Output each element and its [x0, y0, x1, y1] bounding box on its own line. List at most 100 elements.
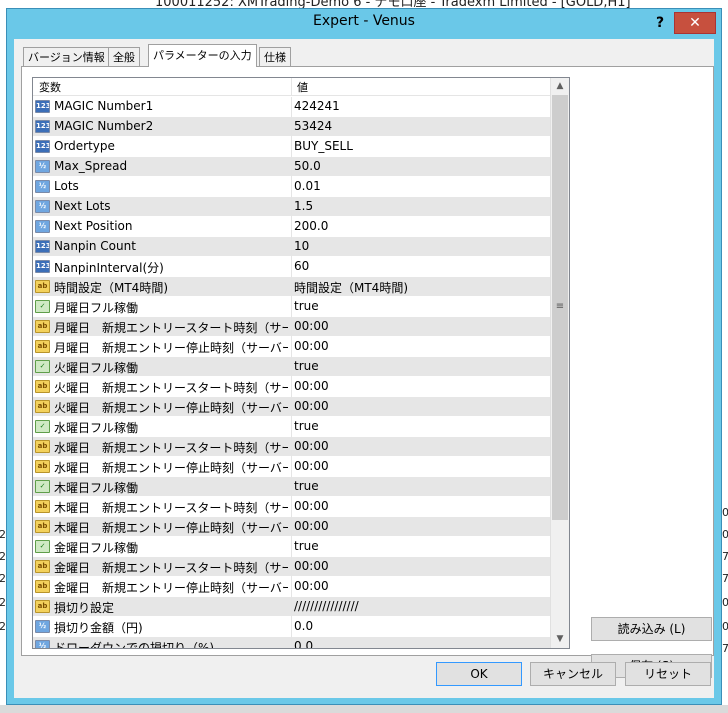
scroll-down-arrow-icon[interactable]: ▼	[551, 631, 569, 648]
tab-version-info[interactable]: バージョン情報	[23, 47, 110, 66]
title-bar[interactable]: Expert - Venus ? ✕	[7, 9, 721, 37]
scrollbar-thumb[interactable]: ≡	[552, 95, 568, 520]
table-row[interactable]: ab 時間設定（MT4時間) 時間設定（MT4時間)	[33, 277, 550, 297]
parameter-value[interactable]: 0.0	[294, 619, 548, 633]
parameter-value[interactable]: 10	[294, 239, 548, 253]
string-type-icon: ab	[35, 520, 50, 533]
parameter-name: Ordertype	[54, 139, 115, 153]
parameter-value[interactable]: 00:00	[294, 399, 548, 413]
string-type-icon: ab	[35, 560, 50, 573]
parameter-name: 損切り金額（円)	[54, 621, 143, 635]
table-row[interactable]: ab 火曜日 新規エントリー停止時刻（サーバー・・ 00:00	[33, 397, 550, 417]
table-row[interactable]: ab 木曜日 新規エントリースタート時刻（サーバ-・・ 00:00	[33, 497, 550, 517]
parameter-value[interactable]: 1.5	[294, 199, 548, 213]
table-row[interactable]: ab 月曜日 新規エントリー停止時刻（サーバー・・ 00:00	[33, 337, 550, 357]
table-row[interactable]: 123 Ordertype BUY_SELL	[33, 137, 550, 157]
table-row[interactable]: ✓ 火曜日フル稼働 true	[33, 357, 550, 377]
table-row[interactable]: ✓ 木曜日フル稼働 true	[33, 477, 550, 497]
parameter-value[interactable]: true	[294, 299, 548, 313]
parameter-value[interactable]: 00:00	[294, 579, 548, 593]
dialog-client-area: バージョン情報 全般 パラメーターの入力 仕様 変数 値 123 MAGIC Nu…	[14, 39, 714, 698]
table-row[interactable]: ab 火曜日 新規エントリースタート時刻（サーバ-・・ 00:00	[33, 377, 550, 397]
parameter-value[interactable]: true	[294, 419, 548, 433]
parameter-value[interactable]: 00:00	[294, 319, 548, 333]
parameter-value[interactable]: 50.0	[294, 159, 548, 173]
table-row[interactable]: ✓ 月曜日フル稼働 true	[33, 297, 550, 317]
table-row[interactable]: ½ 損切り金額（円) 0.0	[33, 617, 550, 637]
cell-divider	[291, 437, 292, 457]
cell-divider	[291, 177, 292, 197]
table-row[interactable]: ½ Max_Spread 50.0	[33, 157, 550, 177]
parameter-value[interactable]: 200.0	[294, 219, 548, 233]
scroll-up-arrow-icon[interactable]: ▲	[551, 78, 569, 95]
table-row[interactable]: ab 水曜日 新規エントリー停止時刻（サーバー・・ 00:00	[33, 457, 550, 477]
table-row[interactable]: ½ ドローダウンでの損切り（%) 0.0	[33, 637, 550, 648]
parameter-value[interactable]: 424241	[294, 99, 548, 113]
table-row[interactable]: 123 NanpinInterval(分) 60	[33, 257, 550, 277]
table-row[interactable]: ab 木曜日 新規エントリー停止時刻（サーバー・・ 00:00	[33, 517, 550, 537]
parameter-value[interactable]: 00:00	[294, 379, 548, 393]
integer-type-icon: 123	[35, 120, 50, 133]
parameter-name: MAGIC Number1	[54, 99, 154, 113]
string-type-icon: ab	[35, 320, 50, 333]
cell-divider	[291, 597, 292, 617]
tab-specification[interactable]: 仕様	[259, 47, 291, 66]
parameter-value[interactable]: 時間設定（MT4時間)	[294, 279, 548, 296]
close-button[interactable]: ✕	[674, 12, 716, 34]
parameter-value[interactable]: 0.01	[294, 179, 548, 193]
table-row[interactable]: 123 MAGIC Number1 424241	[33, 97, 550, 117]
boolean-type-icon: ✓	[35, 480, 50, 493]
column-divider[interactable]	[291, 78, 292, 96]
table-row[interactable]: ab 月曜日 新規エントリースタート時刻（サーバ-・・ 00:00	[33, 317, 550, 337]
parameter-value[interactable]: 0.0	[294, 639, 548, 648]
integer-type-icon: 123	[35, 260, 50, 273]
parameter-name: 水曜日 新規エントリー停止時刻（サーバー・・	[54, 461, 288, 475]
parameter-value[interactable]: true	[294, 359, 548, 373]
table-row[interactable]: ab 金曜日 新規エントリー停止時刻（サーバー・・ 00:00	[33, 577, 550, 597]
parameter-value[interactable]: 00:00	[294, 519, 548, 533]
tab-input-parameters[interactable]: パラメーターの入力	[148, 44, 257, 67]
vertical-scrollbar[interactable]: ▲ ≡ ▼	[550, 78, 569, 648]
tab-general[interactable]: 全般	[108, 47, 140, 66]
parameter-value[interactable]: 00:00	[294, 439, 548, 453]
integer-type-icon: 123	[35, 140, 50, 153]
table-row[interactable]: ✓ 金曜日フル稼働 true	[33, 537, 550, 557]
table-row[interactable]: ab 金曜日 新規エントリースタート時刻（サーバ-・・ 00:00	[33, 557, 550, 577]
parameter-name: Max_Spread	[54, 159, 128, 173]
integer-type-icon: 123	[35, 240, 50, 253]
table-row[interactable]: ab 損切り設定 ////////////////	[33, 597, 550, 617]
table-row[interactable]: ✓ 水曜日フル稼働 true	[33, 417, 550, 437]
parameter-name: 金曜日フル稼働	[54, 541, 139, 555]
column-header-value[interactable]: 値	[297, 79, 308, 95]
table-body: 123 MAGIC Number1 424241 123 MAGIC Number2 53…	[33, 97, 550, 648]
table-row[interactable]: 123 MAGIC Number2 53424	[33, 117, 550, 137]
help-button[interactable]: ?	[647, 12, 673, 34]
cell-divider	[291, 97, 292, 117]
parameter-value[interactable]: BUY_SELL	[294, 139, 548, 153]
parameter-name: 金曜日 新規エントリー停止時刻（サーバー・・	[54, 581, 288, 595]
parameter-value[interactable]: 00:00	[294, 459, 548, 473]
load-button[interactable]: 読み込み (L)	[591, 617, 712, 641]
double-type-icon: ½	[35, 220, 50, 233]
table-row[interactable]: ½ Lots 0.01	[33, 177, 550, 197]
reset-button[interactable]: リセット	[625, 662, 711, 686]
ok-button[interactable]: OK	[436, 662, 522, 686]
parameter-value[interactable]: 53424	[294, 119, 548, 133]
parameter-value[interactable]: ////////////////	[294, 599, 548, 613]
table-row[interactable]: 123 Nanpin Count 10	[33, 237, 550, 257]
parameters-panel: 変数 値 123 MAGIC Number1 424241 123 MAGIC Numb…	[21, 66, 714, 678]
parameter-value[interactable]: 00:00	[294, 559, 548, 573]
parameter-value[interactable]: 00:00	[294, 339, 548, 353]
parameter-value[interactable]: true	[294, 479, 548, 493]
table-row[interactable]: ab 水曜日 新規エントリースタート時刻（サーバ-・・ 00:00	[33, 437, 550, 457]
window-title: Expert - Venus	[313, 13, 415, 29]
parameter-value[interactable]: 60	[294, 259, 548, 273]
column-header-variable[interactable]: 変数	[39, 79, 61, 95]
parameter-value[interactable]: true	[294, 539, 548, 553]
cancel-button[interactable]: キャンセル	[530, 662, 616, 686]
string-type-icon: ab	[35, 500, 50, 513]
table-row[interactable]: ½ Next Position 200.0	[33, 217, 550, 237]
parameter-value[interactable]: 00:00	[294, 499, 548, 513]
cell-divider	[291, 257, 292, 277]
table-row[interactable]: ½ Next Lots 1.5	[33, 197, 550, 217]
